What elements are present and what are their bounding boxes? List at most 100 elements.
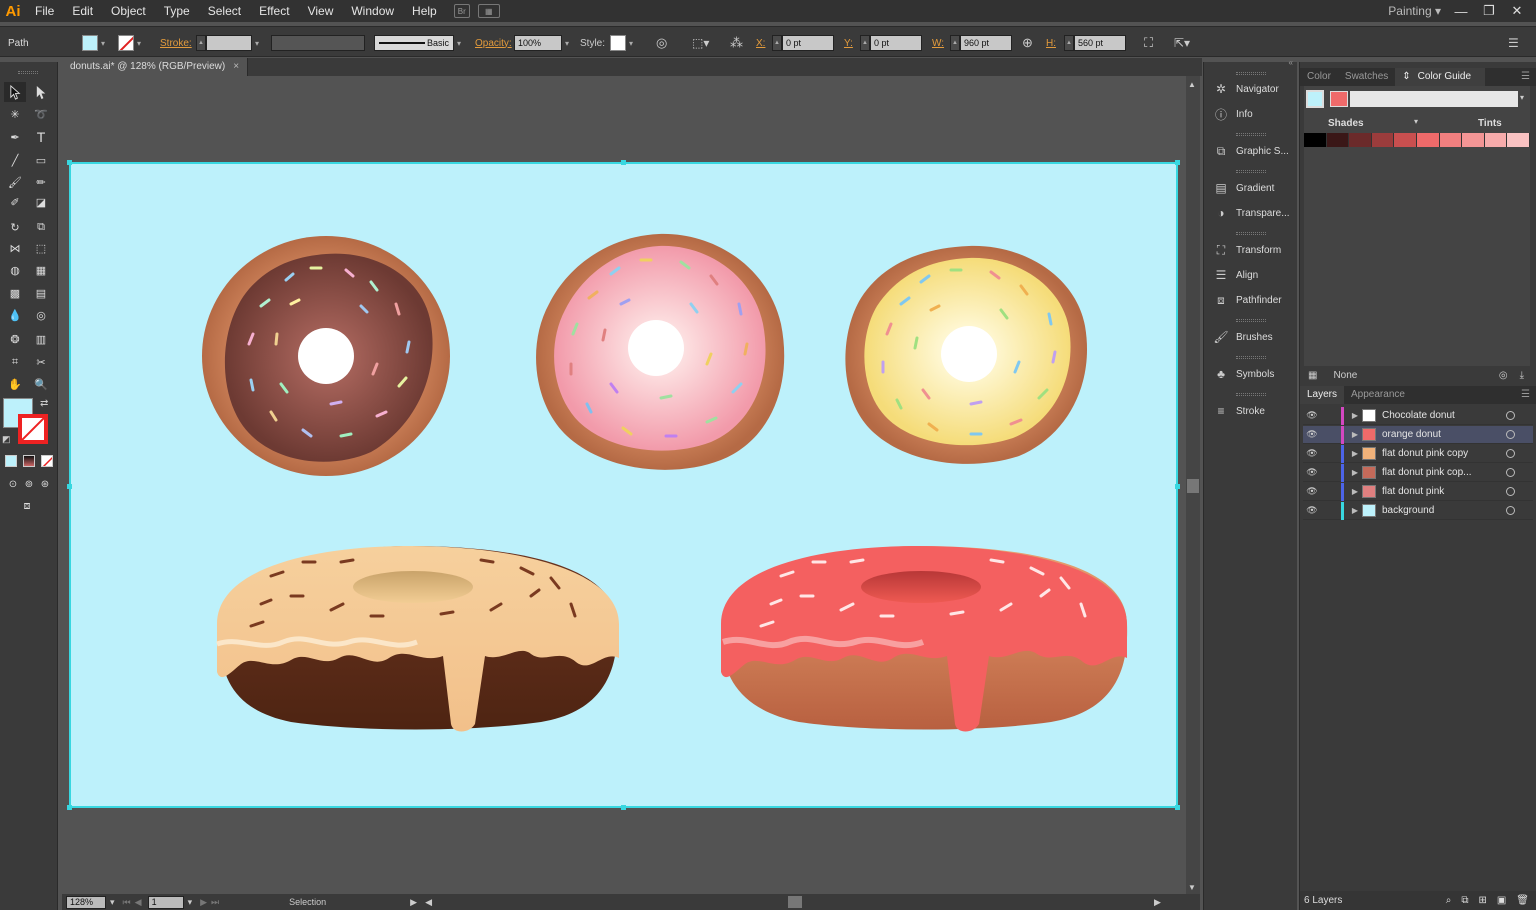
stroke-weight-stepper[interactable]: ▲ xyxy=(196,35,206,51)
symbols-panel-button[interactable]: ♣ Symbols xyxy=(1204,363,1298,385)
harmony-rules-bar[interactable] xyxy=(1350,91,1518,107)
bbox-handle-tc[interactable] xyxy=(621,160,626,165)
layer-row[interactable]: 👁 ▶ flat donut pink cop... xyxy=(1303,463,1533,482)
scale-tool-icon[interactable]: ⧉ xyxy=(30,217,52,237)
blend-tool-icon[interactable]: ◎ xyxy=(30,305,52,325)
variable-width-field[interactable] xyxy=(271,35,365,51)
shade-swatch[interactable] xyxy=(1462,133,1485,147)
color-mode-icon[interactable] xyxy=(5,455,17,467)
zoom-dropdown[interactable]: ▾ xyxy=(110,897,115,908)
shade-swatch[interactable] xyxy=(1371,133,1395,147)
locate-object-icon[interactable]: ⌕ xyxy=(1446,895,1452,906)
first-artboard-icon[interactable]: ⏮ xyxy=(123,897,131,908)
gradient-tool-icon[interactable]: ▤ xyxy=(30,283,52,303)
shade-swatch[interactable] xyxy=(1484,133,1508,147)
isolate-object-icon[interactable]: ⇱▾ xyxy=(1174,35,1190,51)
paintbrush-tool-icon[interactable]: 🖌 xyxy=(4,172,26,192)
menu-edit[interactable]: Edit xyxy=(63,0,102,22)
layer-row[interactable]: 👁 ▶ flat donut pink xyxy=(1303,482,1533,501)
pink-donut[interactable] xyxy=(536,233,785,470)
scroll-down-icon[interactable]: ▼ xyxy=(1188,883,1196,892)
expand-triangle-icon[interactable]: ▶ xyxy=(1348,487,1362,496)
target-circle-icon[interactable] xyxy=(1506,411,1515,420)
brushes-panel-button[interactable]: 🖌 Brushes xyxy=(1204,326,1298,348)
magic-wand-tool-icon[interactable]: ✳ xyxy=(4,104,26,124)
menu-help[interactable]: Help xyxy=(403,0,446,22)
h-field[interactable]: 560 pt xyxy=(1074,35,1126,51)
target-circle-icon[interactable] xyxy=(1506,468,1515,477)
slice-tool-icon[interactable]: ✂ xyxy=(30,352,52,372)
dock-grip[interactable] xyxy=(1236,356,1266,359)
shape-builder-tool-icon[interactable]: ◍ xyxy=(4,260,26,280)
stroke-dropdown[interactable]: ▾ xyxy=(134,36,144,50)
shade-swatch[interactable] xyxy=(1304,133,1327,147)
bbox-handle-tr[interactable] xyxy=(1175,160,1180,165)
dock-grip[interactable] xyxy=(1236,232,1266,235)
screen-mode-icon[interactable]: ⧈ xyxy=(16,496,38,516)
opacity-label[interactable]: Opacity: xyxy=(475,38,512,49)
none-mode-icon[interactable] xyxy=(41,455,53,467)
stroke-color-box[interactable] xyxy=(18,414,48,444)
stroke-panel-button[interactable]: ≡ Stroke xyxy=(1204,400,1298,422)
draw-inside-icon[interactable]: ⊛ xyxy=(34,474,56,494)
eye-icon[interactable]: 👁 xyxy=(1303,467,1321,478)
stroke-swatch[interactable] xyxy=(118,35,134,51)
layer-name[interactable]: background xyxy=(1382,505,1506,516)
control-panel-menu-icon[interactable]: ☰ xyxy=(1508,35,1519,51)
collapse-dock-icon[interactable]: « xyxy=(1289,58,1293,67)
menu-window[interactable]: Window xyxy=(342,0,403,22)
default-colors-icon[interactable]: ◩ xyxy=(2,434,11,445)
column-graph-tool-icon[interactable]: ▥ xyxy=(30,329,52,349)
w-stepper[interactable]: ▲ xyxy=(950,35,960,51)
layer-name[interactable]: flat donut pink cop... xyxy=(1382,467,1506,478)
zoom-field[interactable]: 128% xyxy=(66,895,106,909)
shade-swatch[interactable] xyxy=(1349,133,1372,147)
tab-color-guide[interactable]: ⇕ Color Guide xyxy=(1395,68,1486,86)
rectangle-tool-icon[interactable]: ▭ xyxy=(30,150,52,170)
artboard[interactable] xyxy=(67,160,1180,810)
menu-select[interactable]: Select xyxy=(199,0,250,22)
new-layer-icon[interactable]: ▣ xyxy=(1497,895,1506,906)
vertical-scroll-thumb[interactable] xyxy=(1187,479,1199,493)
transparency-panel-button[interactable]: ◑ Transpare... xyxy=(1204,202,1298,224)
current-fill-swatch[interactable] xyxy=(1306,90,1324,108)
scroll-up-icon[interactable]: ▲ xyxy=(1188,80,1196,89)
artboard-number-field[interactable]: 1 xyxy=(147,895,184,909)
layer-name[interactable]: Chocolate donut xyxy=(1382,410,1506,421)
horizontal-scroll-thumb[interactable] xyxy=(788,896,802,908)
graphic-styles-panel-button[interactable]: ⧉ Graphic S... xyxy=(1204,140,1298,162)
y-stepper[interactable]: ▲ xyxy=(860,35,870,51)
expand-triangle-icon[interactable]: ▶ xyxy=(1348,468,1362,477)
swap-fill-stroke-icon[interactable]: ⇄ xyxy=(40,398,48,409)
info-panel-button[interactable]: ⓘ Info xyxy=(1204,103,1298,125)
direct-selection-tool-icon[interactable] xyxy=(30,82,52,102)
scroll-left-icon[interactable]: ◀ xyxy=(425,897,432,908)
close-window-button[interactable]: ✕ xyxy=(1506,3,1528,19)
w-field[interactable]: 960 pt xyxy=(960,35,1012,51)
color-panel-menu-icon[interactable]: ☰ xyxy=(1514,68,1536,86)
shade-swatch[interactable] xyxy=(1326,133,1350,147)
layer-row[interactable]: 👁 ▶ Chocolate donut xyxy=(1303,406,1533,425)
y-field[interactable]: 0 pt xyxy=(870,35,922,51)
free-transform-tool-icon[interactable]: ⬚ xyxy=(30,238,52,258)
expand-triangle-icon[interactable]: ▶ xyxy=(1348,506,1362,515)
canvas-area[interactable] xyxy=(62,76,1186,894)
new-sublayer-icon[interactable]: ⊞ xyxy=(1478,895,1486,906)
rotate-tool-icon[interactable]: ↻ xyxy=(4,217,26,237)
eye-icon[interactable]: 👁 xyxy=(1303,410,1321,421)
fill-swatch[interactable] xyxy=(82,35,98,51)
chocolate-donut[interactable] xyxy=(202,236,450,476)
stroke-label[interactable]: Stroke: xyxy=(160,38,192,49)
brush-dropdown[interactable]: ▾ xyxy=(454,36,464,50)
bbox-handle-tl[interactable] xyxy=(67,160,72,165)
shade-swatch[interactable] xyxy=(1394,133,1417,147)
vertical-scrollbar[interactable]: ▲ ▼ xyxy=(1186,76,1200,894)
reference-point-icon[interactable]: ⁂ xyxy=(730,35,743,51)
line-tool-icon[interactable]: ╱ xyxy=(4,150,26,170)
lasso-tool-icon[interactable]: ➰ xyxy=(30,104,52,124)
expand-triangle-icon[interactable]: ▶ xyxy=(1348,411,1362,420)
status-menu-icon[interactable]: ▶ xyxy=(410,897,417,908)
menu-file[interactable]: File xyxy=(26,0,63,22)
expand-triangle-icon[interactable]: ▶ xyxy=(1348,430,1362,439)
width-tool-icon[interactable]: ⋈ xyxy=(4,238,26,258)
